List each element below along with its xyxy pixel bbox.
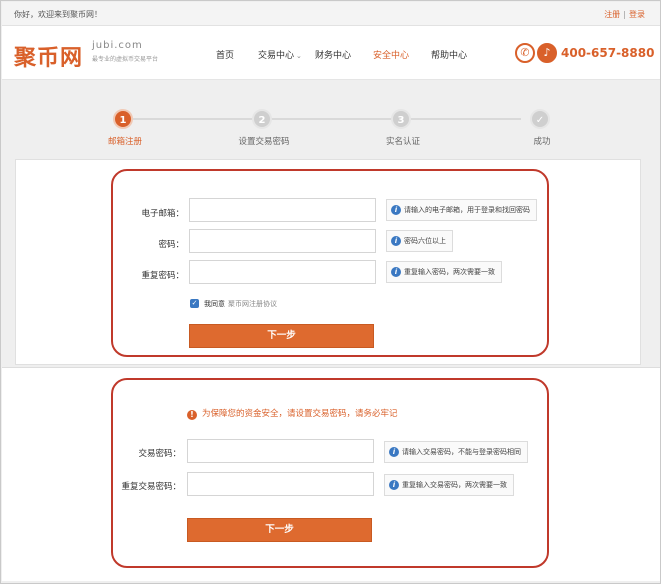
info-icon: i xyxy=(389,447,399,457)
trade-password-tip-text: 请输入交易密码，不能与登录密码相同 xyxy=(402,448,521,456)
confirm-password-tip-text: 重复输入密码，两次需要一致 xyxy=(404,268,495,276)
confirm-password-label: 重复密码： xyxy=(141,271,184,281)
trade-password-field[interactable] xyxy=(187,439,374,463)
warning-icon: ! xyxy=(187,410,197,420)
separator: | xyxy=(623,10,626,19)
security-warning: ! 为保障您的资金安全，请设置交易密码，请务必牢记 xyxy=(187,407,398,420)
step-3-label: 实名认证 xyxy=(385,137,421,147)
info-icon: i xyxy=(391,205,401,215)
logo[interactable]: 聚币网 xyxy=(14,40,83,72)
step-2-circle: 2 xyxy=(252,109,272,129)
trade-next-step-button[interactable]: 下一步 xyxy=(187,518,372,542)
auth-links: 注册 | 登录 xyxy=(604,9,645,20)
top-bar: 你好，欢迎来到聚币网！ 注册 | 登录 xyxy=(2,2,660,26)
chevron-down-icon: ⌄ xyxy=(296,52,302,60)
trade-password-label: 交易密码： xyxy=(138,449,181,459)
confirm-trade-password-label: 重复交易密码： xyxy=(121,482,181,492)
register-link[interactable]: 注册 xyxy=(604,10,620,19)
login-link[interactable]: 登录 xyxy=(629,10,645,19)
logo-domain: jubi.com xyxy=(92,40,143,51)
confirm-trade-password-field[interactable] xyxy=(187,472,374,496)
step-4-label: 成功 xyxy=(533,137,551,147)
security-warning-text: 为保障您的资金安全，请设置交易密码，请务必牢记 xyxy=(202,409,398,419)
site-header: 聚币网 jubi.com 最专业的虚拟币交易平台 首页 交易中心 ⌄ 财务中心 安… xyxy=(2,26,660,80)
confirm-trade-password-tip: i 重复输入交易密码，两次需要一致 xyxy=(384,474,514,496)
confirm-trade-password-tip-text: 重复输入交易密码，两次需要一致 xyxy=(402,481,507,489)
confirm-password-tip: i 重复输入密码，两次需要一致 xyxy=(386,261,502,283)
steps-connector-line xyxy=(133,118,521,120)
step-3-circle: 3 xyxy=(391,109,411,129)
phone-icon: ✆ xyxy=(515,43,535,63)
info-icon: i xyxy=(391,267,401,277)
step-2-label: 设置交易密码 xyxy=(238,137,290,147)
contact-area: ✆ ♪ 400-657-8880 xyxy=(515,43,654,65)
hotline-number: 400-657-8880 xyxy=(561,46,655,60)
bell-icon: ♪ xyxy=(537,43,557,63)
email-field[interactable] xyxy=(189,198,376,222)
step-1-label: 邮箱注册 xyxy=(107,137,143,147)
email-label: 电子邮箱： xyxy=(141,209,184,219)
welcome-text: 你好，欢迎来到聚币网！ xyxy=(14,10,102,19)
confirm-password-field[interactable] xyxy=(189,260,376,284)
email-tip: i 请输入的电子邮箱，用于登录和找回密码 xyxy=(386,199,537,221)
step-1-circle: 1 xyxy=(113,109,133,129)
nav-finance-center[interactable]: 财务中心 xyxy=(315,48,351,61)
terms-link[interactable]: 聚币网注册协议 xyxy=(228,300,277,308)
nav-help-center[interactable]: 帮助中心 xyxy=(431,48,467,61)
step-4-check-icon: ✓ xyxy=(530,109,550,129)
password-field[interactable] xyxy=(189,229,376,253)
agree-checkbox[interactable]: ✓ xyxy=(190,299,199,308)
nav-trade-center-label: 交易中心 xyxy=(258,51,295,61)
password-tip: i 密码六位以上 xyxy=(386,230,453,252)
password-tip-text: 密码六位以上 xyxy=(404,237,446,245)
nav-trade-center[interactable]: 交易中心 ⌄ xyxy=(258,48,302,61)
page-frame: 你好，欢迎来到聚币网！ 注册 | 登录 聚币网 jubi.com 最专业的虚拟币交易… xyxy=(0,0,661,584)
password-label: 密码： xyxy=(158,240,184,250)
next-step-button[interactable]: 下一步 xyxy=(189,324,374,348)
info-icon: i xyxy=(391,236,401,246)
info-icon: i xyxy=(389,480,399,490)
nav-home[interactable]: 首页 xyxy=(216,48,234,61)
trade-password-tip: i 请输入交易密码，不能与登录密码相同 xyxy=(384,441,528,463)
registration-steps: 1 2 3 ✓ 邮箱注册 设置交易密码 实名认证 成功 xyxy=(2,81,660,159)
email-tip-text: 请输入的电子邮箱，用于登录和找回密码 xyxy=(404,206,530,214)
logo-tagline: 最专业的虚拟币交易平台 xyxy=(92,56,159,63)
agree-text: 我同意 聚币网注册协议 xyxy=(204,299,277,309)
nav-security-center[interactable]: 安全中心 xyxy=(373,48,409,61)
agree-label: 我同意 xyxy=(204,300,225,308)
